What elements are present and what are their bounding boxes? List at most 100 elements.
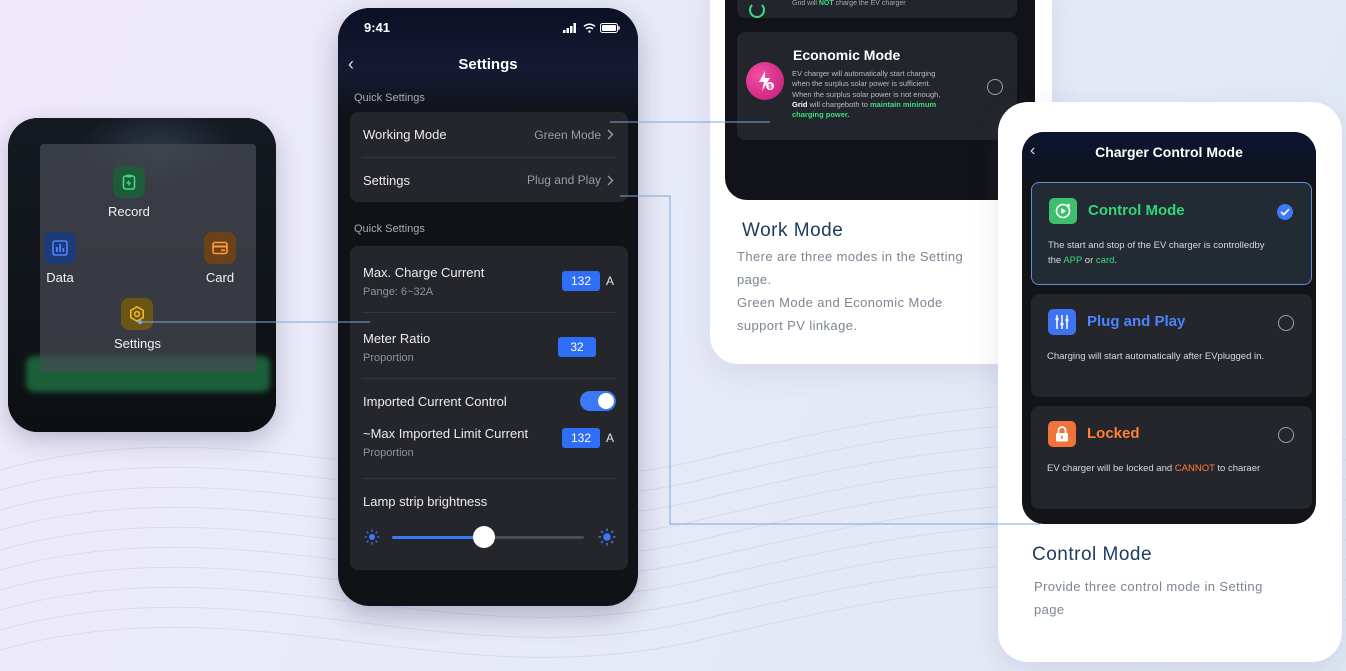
slider-fill bbox=[392, 536, 485, 539]
control-mode-caption-text: Provide three control mode in Setting pa… bbox=[1034, 575, 1324, 621]
work-mode-caption-line3: Green Mode and Economic Mode bbox=[737, 295, 943, 310]
hexagon-gear-icon bbox=[121, 298, 154, 330]
max-imported-sub: Proportion bbox=[363, 446, 414, 459]
max-imported-label: ~Max Imported Limit Current bbox=[363, 425, 529, 441]
work-mode-caption-line1: There are three modes in the Setting bbox=[737, 249, 964, 264]
meter-ratio-text: Meter Ratio Proportion bbox=[363, 331, 430, 364]
toggle-knob bbox=[598, 393, 614, 409]
economic-mode-title: Economic Mode bbox=[793, 47, 901, 63]
max-charge-range: Pange: 6~32A bbox=[363, 285, 434, 298]
max-charge-unit: A bbox=[605, 274, 614, 288]
locked-desc-suffix: to charaer bbox=[1214, 463, 1261, 474]
control-mode-option[interactable]: Control Mode The start and stop of the E… bbox=[1031, 182, 1312, 285]
control-caption-line2: page bbox=[1034, 602, 1065, 617]
control-desc-end: . bbox=[1114, 255, 1118, 266]
max-charge-input[interactable]: 132 bbox=[561, 271, 600, 291]
lightning-icon: $ bbox=[746, 62, 784, 100]
working-mode-value: Green Mode bbox=[534, 127, 601, 142]
locked-option[interactable]: Locked EV charger will be locked and CAN… bbox=[1031, 406, 1312, 509]
max-imported-unit: A bbox=[605, 431, 614, 445]
green-mode-option[interactable]: Grid will NOT charge the EV charger bbox=[737, 0, 1017, 18]
nav-bar: ‹ Settings bbox=[338, 54, 638, 78]
settings-row-value: Plug and Play bbox=[526, 173, 601, 187]
settings-row-value-wrap: Plug and Play bbox=[527, 173, 614, 187]
work-mode-caption-text: There are three modes in the Setting pag… bbox=[737, 245, 1007, 337]
locked-radio[interactable] bbox=[1278, 427, 1294, 443]
control-mode-desc-line1: The start and stop of the EV charger is … bbox=[1048, 240, 1265, 251]
meter-ratio-input-wrap: 32 bbox=[558, 337, 614, 357]
menu-item-settings[interactable]: Settings bbox=[114, 298, 161, 351]
control-page-title: Charger Control Mode bbox=[1095, 144, 1243, 160]
settings-phone: 9:41 ‹ Settings Quick Settings Working M… bbox=[338, 8, 638, 606]
chevron-right-icon bbox=[607, 129, 614, 140]
max-imported-text: ~Max Imported Limit Current Proportion bbox=[363, 426, 528, 459]
economic-desc-green2: charging power. bbox=[792, 110, 850, 120]
economic-desc-line3: When the surplus solar power is not enou… bbox=[792, 89, 941, 99]
parameters-card: Max. Charge Current Pange: 6~32A 132 A M… bbox=[350, 246, 628, 570]
control-caption-line1: Provide three control mode in Setting bbox=[1034, 579, 1263, 594]
menu-item-data[interactable]: Data bbox=[44, 232, 76, 285]
sun-small-icon bbox=[364, 529, 380, 545]
meter-ratio-input[interactable]: 32 bbox=[558, 337, 596, 357]
green-mode-icon bbox=[749, 2, 765, 18]
settings-row[interactable]: Settings Plug and Play bbox=[350, 158, 628, 202]
menu-item-card[interactable]: Card bbox=[204, 232, 236, 285]
menu-label-record: Record bbox=[108, 204, 150, 219]
control-mode-name: Control Mode bbox=[1088, 202, 1185, 219]
meter-ratio-row: Meter Ratio Proportion 32 bbox=[350, 324, 628, 370]
divider bbox=[362, 478, 616, 479]
bar-chart-icon bbox=[44, 232, 76, 264]
control-desc-card: card bbox=[1095, 255, 1115, 266]
wifi-icon bbox=[583, 23, 596, 33]
slider-knob[interactable] bbox=[473, 526, 496, 548]
menu-label-data: Data bbox=[46, 270, 74, 285]
slider-track bbox=[392, 526, 584, 548]
max-charge-label: Max. Charge Current bbox=[363, 264, 485, 280]
economic-mode-option[interactable]: $ Economic Mode EV charger will automati… bbox=[737, 32, 1017, 140]
green-desc-strong: NOT bbox=[818, 0, 834, 7]
working-mode-row[interactable]: Working Mode Green Mode bbox=[350, 112, 628, 157]
work-mode-caption-line2: page. bbox=[737, 272, 772, 287]
green-mode-desc: Grid will NOT charge the EV charger bbox=[792, 0, 906, 7]
max-imported-input[interactable]: 132 bbox=[561, 428, 600, 448]
control-desc-or: or bbox=[1082, 255, 1096, 266]
plug-and-play-name: Plug and Play bbox=[1087, 313, 1186, 330]
control-mode-phone: ‹ Charger Control Mode Control Mode The … bbox=[1022, 132, 1316, 524]
lock-icon bbox=[1048, 421, 1076, 447]
mode-card: Working Mode Green Mode Settings Plug an… bbox=[350, 112, 628, 202]
section-label-quick-settings-2: Quick Settings bbox=[354, 223, 425, 235]
control-mode-radio-checked[interactable] bbox=[1277, 204, 1293, 220]
max-charge-input-wrap: 132 A bbox=[561, 271, 614, 291]
menu-device: Record Data Card Settings bbox=[8, 118, 276, 432]
work-mode-phone: Grid will NOT charge the EV charger $ Ec… bbox=[725, 0, 1035, 200]
control-mode-caption-title: Control Mode bbox=[1032, 544, 1153, 565]
sliders-icon bbox=[1048, 309, 1076, 335]
signal-icon bbox=[563, 22, 576, 33]
economic-desc-green1: maintain minimum bbox=[869, 99, 937, 109]
economic-mode-radio[interactable] bbox=[987, 79, 1003, 95]
clipboard-icon bbox=[112, 166, 145, 198]
battery-icon bbox=[600, 22, 620, 33]
imported-control-toggle[interactable] bbox=[580, 391, 616, 411]
plug-and-play-option[interactable]: Plug and Play Charging will start automa… bbox=[1031, 294, 1312, 397]
economic-desc-line2: when the surplus solar power is sufficie… bbox=[792, 79, 931, 89]
plug-and-play-radio[interactable] bbox=[1278, 315, 1294, 331]
imported-control-label: Imported Current Control bbox=[363, 393, 507, 409]
menu-item-record[interactable]: Record bbox=[108, 166, 150, 219]
control-mode-desc-line2: the APP or card. bbox=[1048, 253, 1301, 268]
green-desc-suffix: charge the EV charger bbox=[833, 0, 906, 7]
divider bbox=[362, 312, 616, 313]
green-desc-prefix: Grid will bbox=[792, 0, 819, 7]
control-desc-app: APP bbox=[1063, 255, 1083, 266]
lamp-brightness-slider[interactable] bbox=[350, 498, 628, 558]
working-mode-value-wrap: Green Mode bbox=[534, 128, 614, 142]
menu-label-settings: Settings bbox=[114, 336, 161, 351]
sun-large-icon bbox=[598, 528, 616, 546]
economic-desc-grid: Grid bbox=[792, 99, 808, 109]
work-mode-caption-line4: support PV linkage. bbox=[737, 318, 858, 333]
locked-desc: EV charger will be locked and CANNOT to … bbox=[1047, 461, 1302, 476]
divider bbox=[362, 378, 616, 379]
menu-label-card: Card bbox=[205, 270, 235, 285]
economic-mode-desc: EV charger will automatically start char… bbox=[792, 69, 972, 120]
working-mode-label: Working Mode bbox=[363, 127, 447, 142]
